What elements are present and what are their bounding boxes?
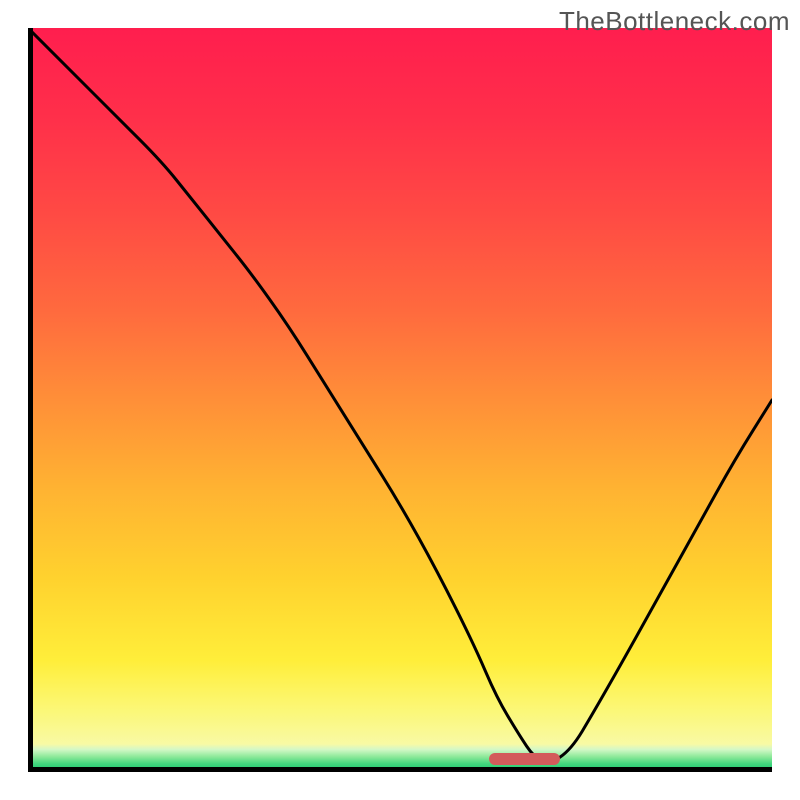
optimal-range-marker xyxy=(489,753,560,765)
bottleneck-curve xyxy=(28,28,772,772)
plot-area xyxy=(28,28,772,772)
watermark-text: TheBottleneck.com xyxy=(559,6,790,37)
chart-frame: TheBottleneck.com xyxy=(0,0,800,800)
